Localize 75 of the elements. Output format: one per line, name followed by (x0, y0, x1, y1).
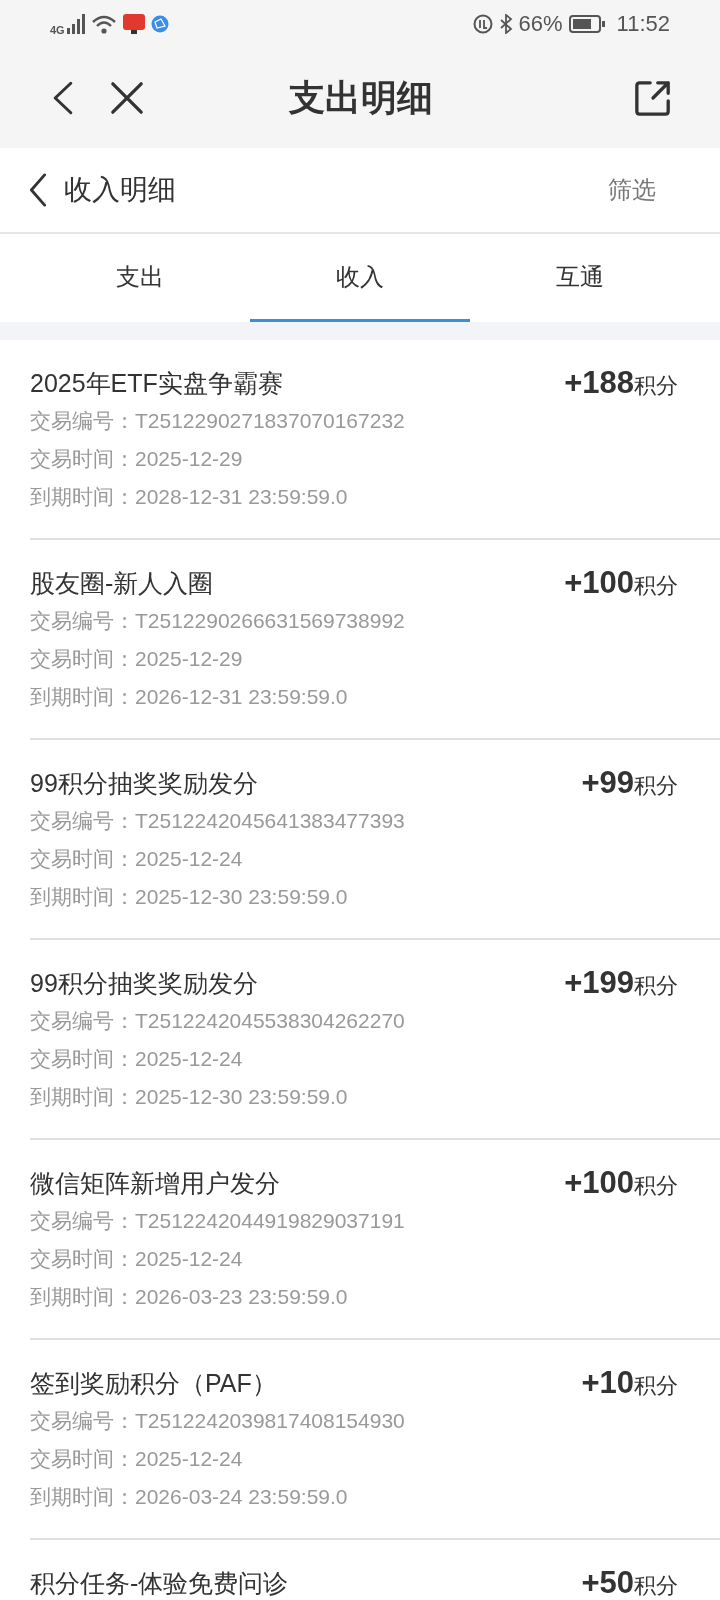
points-amount: +50 (581, 1565, 634, 1600)
page-title: 支出明细 (289, 75, 433, 120)
points-unit: 积分 (634, 1373, 678, 1400)
detail-value: 2025-12-30 23:59:59.0 (135, 885, 348, 909)
filter-link[interactable]: 筛选 (608, 174, 656, 206)
points-unit: 积分 (634, 1573, 678, 1600)
points-unit: 积分 (634, 373, 678, 400)
signal-icon (66, 14, 85, 34)
detail-value: 2026-03-23 23:59:59.0 (135, 1285, 348, 1309)
detail-label: 交易编号： (30, 408, 135, 434)
detail-label: 到期时间： (30, 484, 135, 510)
detail-label: 交易编号： (30, 1408, 135, 1434)
detail-value: 2026-12-31 23:59:59.0 (135, 685, 348, 709)
detail-label: 到期时间： (30, 1084, 135, 1110)
network-label: 4G (50, 24, 65, 36)
section-title: 收入明细 (64, 173, 177, 207)
clock-time: 11:52 (616, 11, 670, 37)
detail-label: 交易编号： (30, 1208, 135, 1234)
detail-value: 2025-12-29 (135, 447, 243, 471)
record-title: 99积分抽奖奖励发分 (30, 967, 258, 999)
detail-label: 到期时间： (30, 1284, 135, 1310)
app-notification-icon (122, 14, 145, 34)
points-unit: 积分 (634, 1173, 678, 1200)
record-title: 签到奖励积分（PAF） (30, 1367, 277, 1399)
points-amount: +188 (564, 365, 634, 401)
detail-value: 2025-12-24 (135, 1247, 243, 1271)
globe-icon (150, 15, 169, 33)
detail-value: 2025-12-24 (135, 847, 243, 871)
detail-value: 2025-12-30 23:59:59.0 (135, 1085, 348, 1109)
detail-value: 2025-12-24 (135, 1447, 243, 1471)
detail-value: T2512242045538304262270 (135, 1009, 405, 1033)
points-amount: +99 (581, 765, 634, 801)
detail-value: T2512242045641383477393 (135, 809, 405, 833)
record-title: 微信矩阵新增用户发分 (30, 1167, 280, 1199)
points-amount: +100 (564, 1165, 634, 1201)
detail-value: T2512290271837070167232 (135, 409, 405, 433)
detail-label: 交易编号： (30, 608, 135, 634)
share-icon[interactable] (634, 79, 672, 117)
detail-label: 交易时间： (30, 1446, 135, 1472)
points-amount: +199 (564, 965, 634, 1001)
tab[interactable]: 互通 (470, 234, 690, 322)
points-amount: +100 (564, 565, 634, 601)
detail-label: 交易时间： (30, 846, 135, 872)
detail-value: T2512242044919829037191 (135, 1209, 405, 1233)
detail-value: 2028-12-31 23:59:59.0 (135, 485, 348, 509)
detail-label: 交易时间： (30, 1046, 135, 1072)
detail-label: 交易时间： (30, 646, 135, 672)
detail-value: 2026-03-24 23:59:59.0 (135, 1485, 348, 1509)
bluetooth-icon (498, 14, 513, 34)
detail-label: 交易编号： (30, 1008, 135, 1034)
close-icon[interactable] (110, 81, 144, 115)
battery-icon (568, 15, 605, 33)
points-unit: 积分 (634, 573, 678, 600)
detail-value: T2512290266631569738992 (135, 609, 405, 633)
record-title: 2025年ETF实盘争霸赛 (30, 367, 283, 399)
record-title: 股友圈-新人入圈 (30, 567, 214, 599)
record-title: 99积分抽奖奖励发分 (30, 767, 258, 799)
tab[interactable]: 支出 (30, 234, 250, 322)
detail-label: 交易时间： (30, 446, 135, 472)
detail-value: 2025-12-29 (135, 647, 243, 671)
detail-value: T2512242039817408154930 (135, 1409, 405, 1433)
detail-value: 2025-12-24 (135, 1047, 243, 1071)
detail-label: 交易编号： (30, 808, 135, 834)
detail-label: 到期时间： (30, 684, 135, 710)
detail-label: 到期时间： (30, 884, 135, 910)
back-icon[interactable] (28, 173, 48, 207)
eco-mode-icon (472, 14, 493, 34)
wifi-icon (90, 14, 117, 34)
battery-percent: 66% (518, 11, 563, 37)
points-amount: +10 (581, 1365, 634, 1401)
record-title: 积分任务-体验免费问诊 (30, 1567, 289, 1599)
detail-label: 到期时间： (30, 1484, 135, 1510)
points-unit: 积分 (634, 773, 678, 800)
detail-label: 交易时间： (30, 1246, 135, 1272)
points-unit: 积分 (634, 973, 678, 1000)
